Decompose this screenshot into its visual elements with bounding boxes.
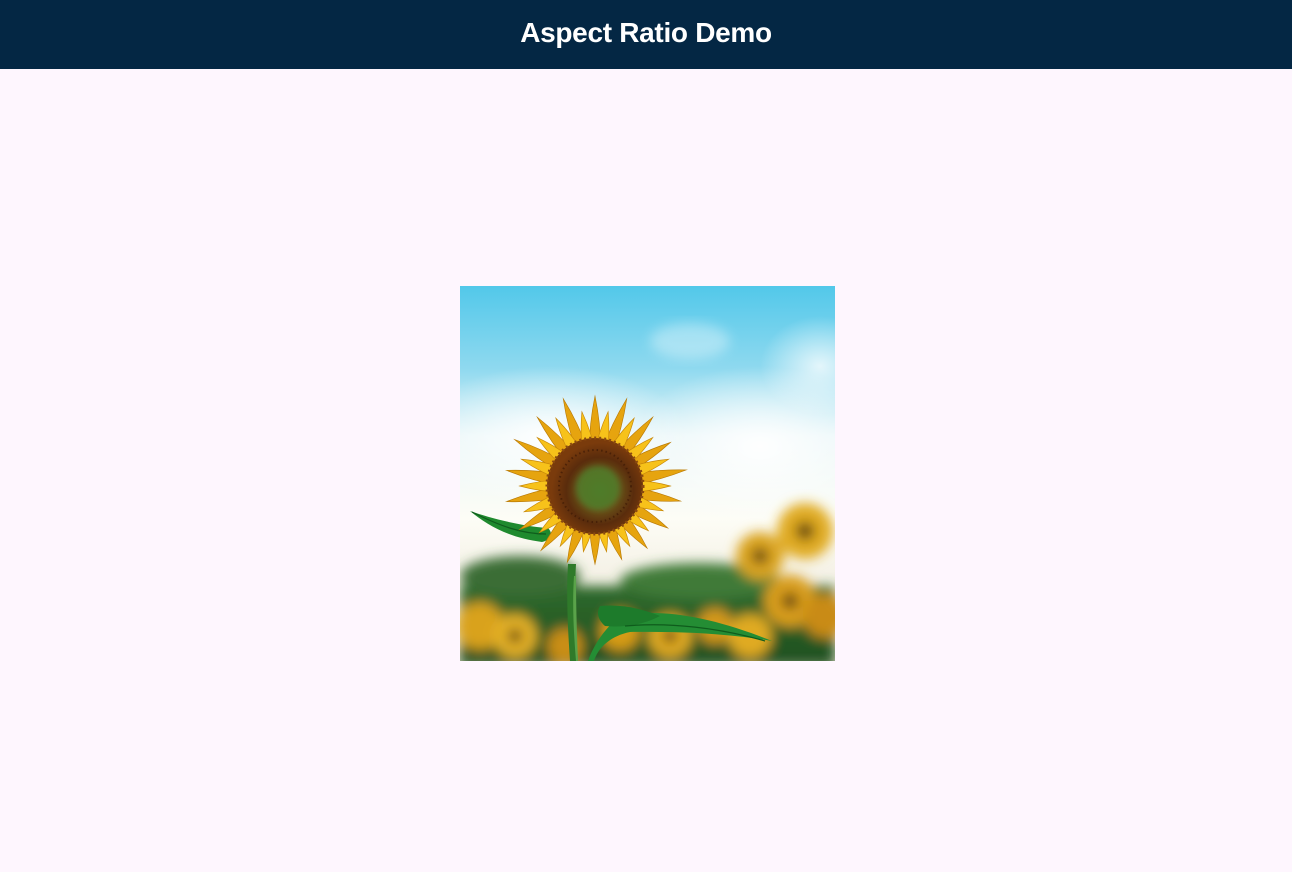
content-area: [0, 69, 1292, 872]
sunflower-image: [460, 286, 835, 661]
app-bar: Aspect Ratio Demo: [0, 0, 1292, 69]
app-bar-title: Aspect Ratio Demo: [520, 16, 772, 48]
aspect-ratio-image-container: [460, 286, 835, 661]
